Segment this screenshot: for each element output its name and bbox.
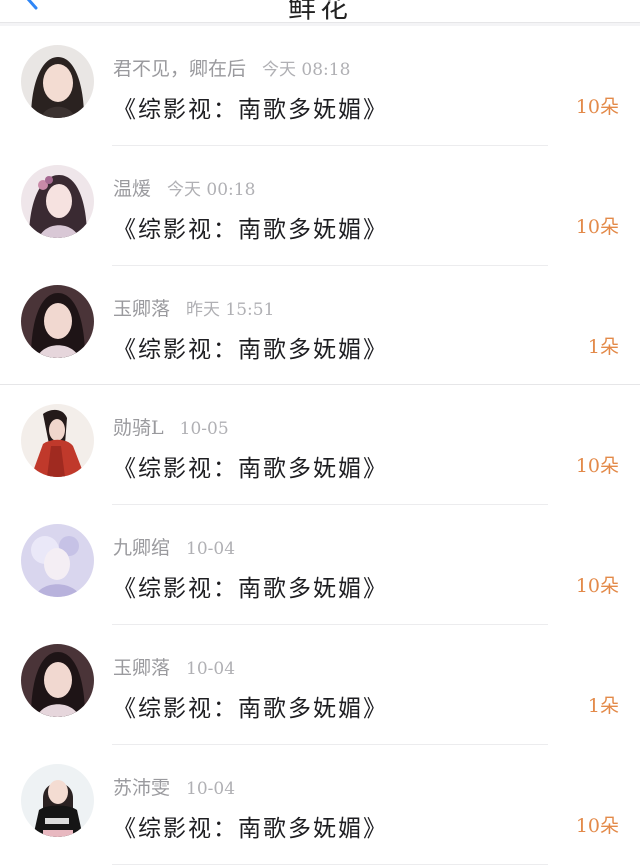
timestamp: 今天 00:18 [167, 179, 256, 200]
book-title: 《综影视：南歌多妩媚》 [113, 576, 388, 603]
timestamp: 今天 08:18 [262, 60, 351, 80]
book-title: 《综影视：南歌多妩媚》 [113, 815, 388, 842]
avatar[interactable] [21, 164, 94, 238]
flower-count: 10朵 [575, 575, 619, 598]
avatar[interactable] [21, 643, 94, 717]
divider [112, 863, 548, 865]
flower-count: 1朵 [587, 694, 619, 717]
avatar[interactable] [21, 45, 94, 118]
user-name: 勋骑L [113, 417, 164, 440]
avatar[interactable] [21, 763, 94, 837]
flower-list: 君不见，卿在后 今天 08:18 《综影视：南歌多妩媚》 10朵 温煖 今天 00:… [0, 26, 640, 865]
user-name: 九卿绾 [113, 537, 171, 560]
list-item[interactable]: 苏沛雯 10-04 《综影视：南歌多妩媚》 10朵 [0, 745, 640, 865]
book-title: 《综影视：南歌多妩媚》 [113, 216, 388, 243]
flower-count: 10朵 [575, 96, 619, 118]
page-title: 鲜花 [287, 0, 352, 23]
top-bar: 鲜花 [0, 0, 640, 23]
avatar[interactable] [21, 404, 94, 478]
user-name: 君不见，卿在后 [113, 58, 247, 80]
user-name: 温煖 [113, 177, 152, 200]
timestamp: 昨天 15:51 [186, 299, 275, 320]
flower-count: 10朵 [575, 455, 619, 478]
list-item[interactable]: 九卿绾 10-04 《综影视：南歌多妩媚》 10朵 [0, 505, 640, 625]
book-title: 《综影视：南歌多妩媚》 [113, 456, 388, 483]
list-item[interactable]: 玉卿落 昨天 15:51 《综影视：南歌多妩媚》 1朵 [0, 266, 640, 386]
list-item[interactable]: 玉卿落 10-04 《综影视：南歌多妩媚》 1朵 [0, 625, 640, 745]
timestamp: 10-04 [186, 539, 236, 560]
user-name: 玉卿落 [113, 656, 171, 679]
flower-count: 10朵 [575, 215, 619, 238]
user-name: 苏沛雯 [113, 776, 171, 799]
book-title: 《综影视：南歌多妩媚》 [113, 695, 388, 722]
timestamp: 10-04 [186, 658, 236, 679]
list-item[interactable]: 君不见，卿在后 今天 08:18 《综影视：南歌多妩媚》 10朵 [0, 26, 640, 146]
timestamp: 10-04 [186, 778, 236, 799]
list-item[interactable]: 温煖 今天 00:18 《综影视：南歌多妩媚》 10朵 [0, 146, 640, 266]
book-title: 《综影视：南歌多妩媚》 [113, 336, 388, 363]
book-title: 《综影视：南歌多妩媚》 [113, 97, 388, 123]
user-name: 玉卿落 [113, 297, 171, 320]
flower-count: 10朵 [575, 814, 619, 837]
avatar[interactable] [21, 284, 94, 358]
list-item[interactable]: 勋骑L 10-05 《综影视：南歌多妩媚》 10朵 [0, 385, 640, 506]
avatar[interactable] [21, 524, 94, 598]
timestamp: 10-05 [179, 419, 229, 440]
flower-count: 1朵 [587, 335, 619, 358]
